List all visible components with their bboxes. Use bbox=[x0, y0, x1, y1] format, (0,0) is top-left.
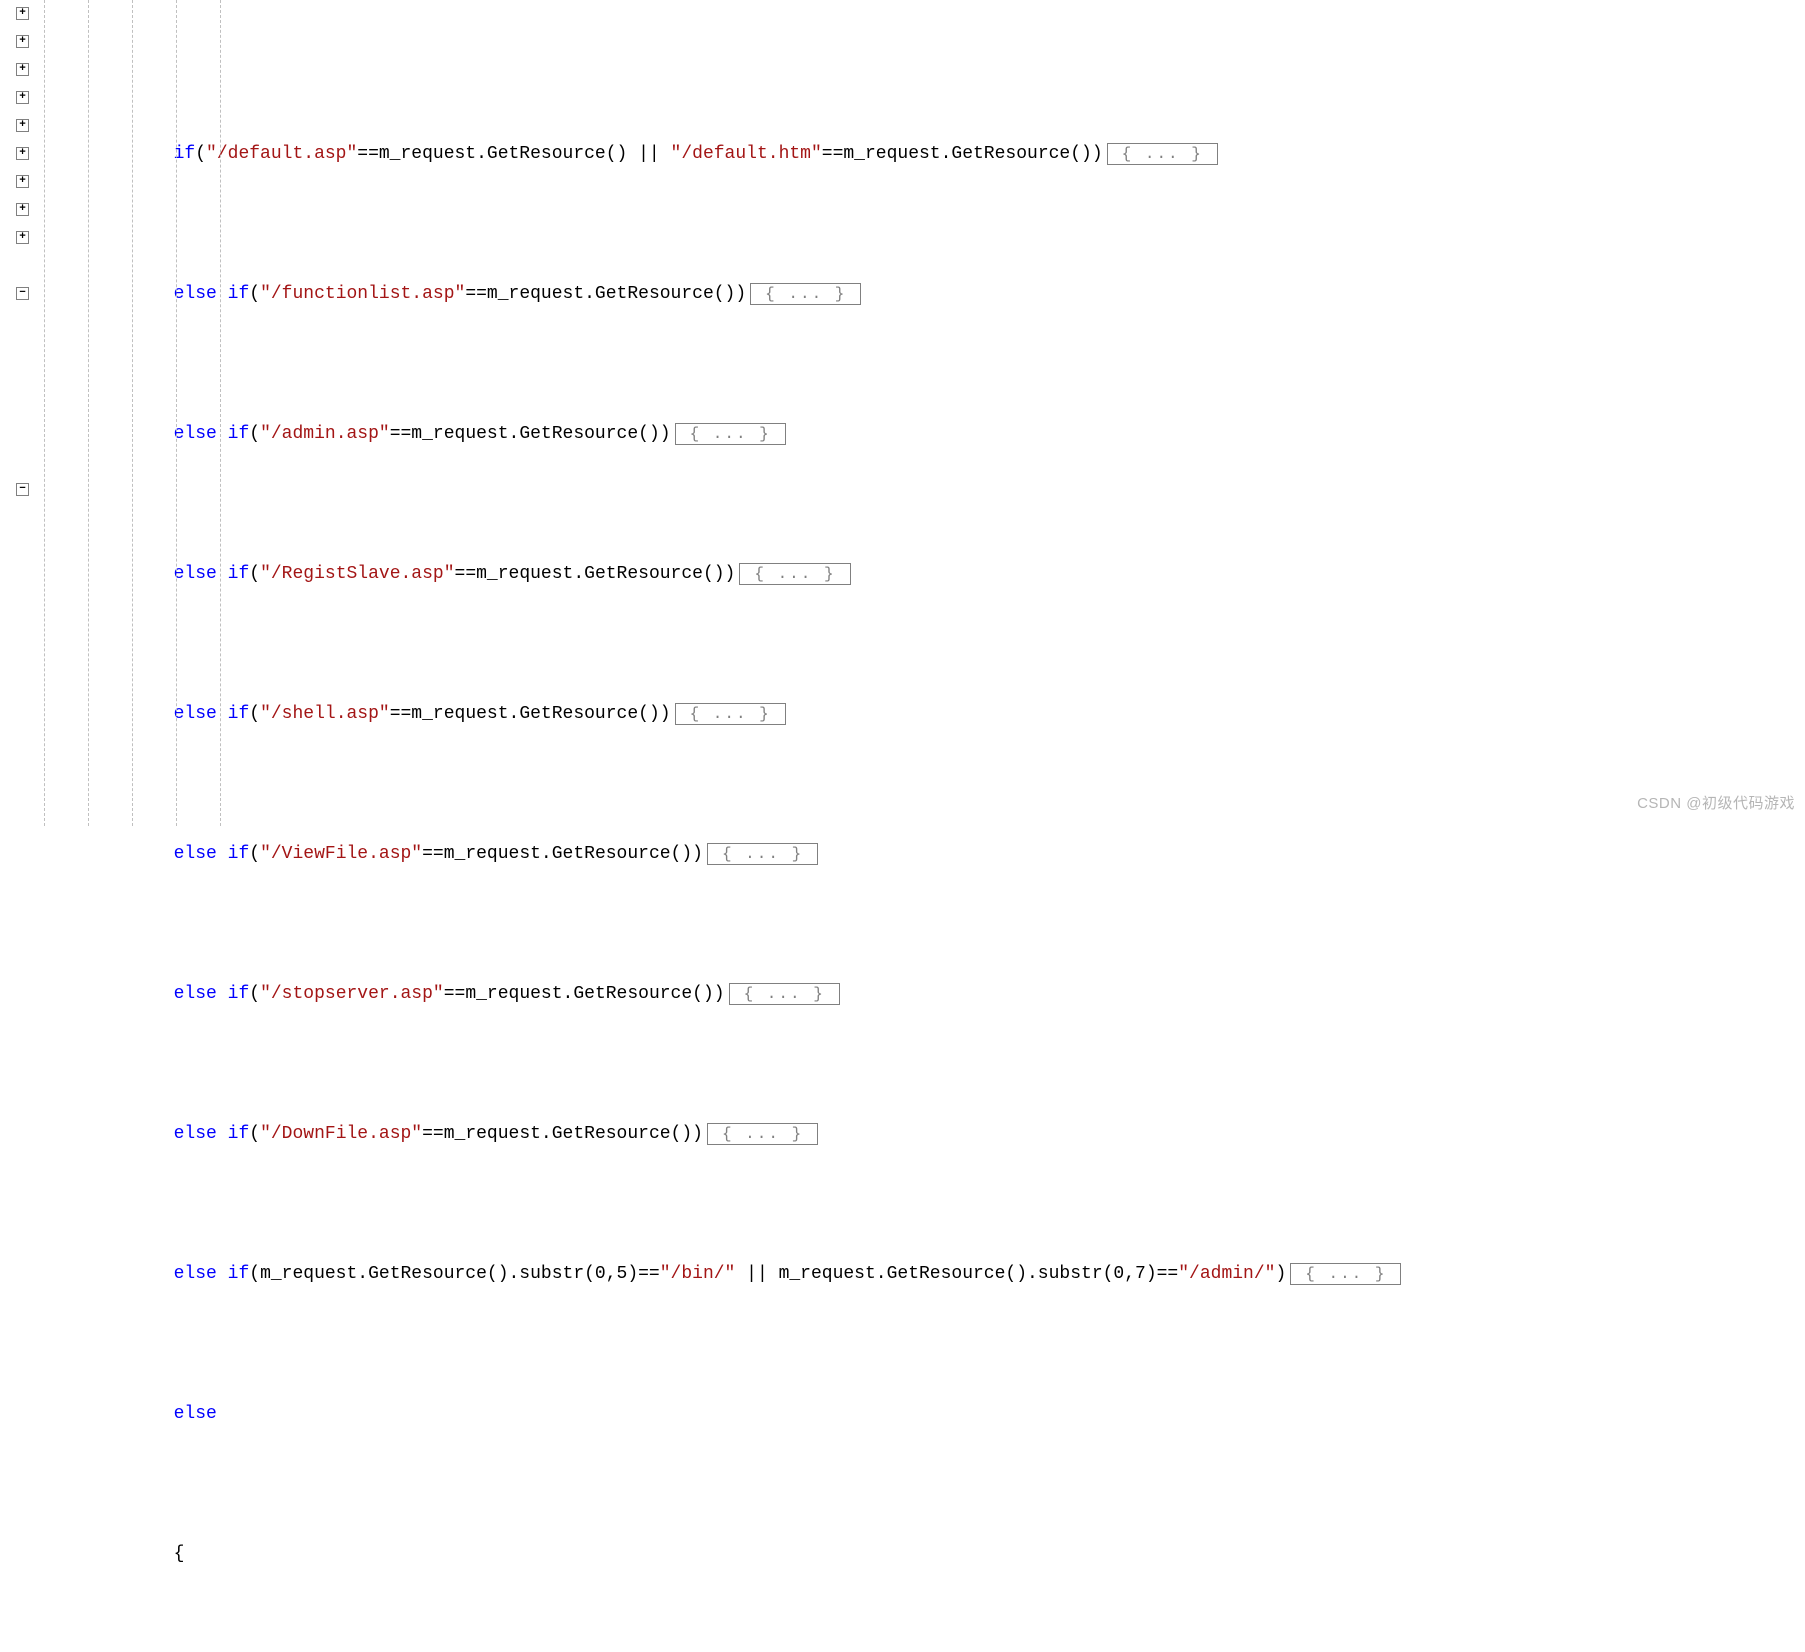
fold-toggle-icon[interactable] bbox=[16, 231, 29, 244]
fold-toggle-icon[interactable] bbox=[16, 35, 29, 48]
fold-toggle-icon[interactable] bbox=[16, 287, 29, 300]
folded-region-badge[interactable]: { ... } bbox=[707, 843, 818, 865]
fold-gutter bbox=[0, 0, 44, 826]
fold-toggle-icon[interactable] bbox=[16, 7, 29, 20]
string-literal: "/functionlist.asp" bbox=[260, 280, 465, 308]
folded-region-badge[interactable]: { ... } bbox=[1290, 1263, 1401, 1285]
code-line: else if("/admin.asp"==m_request.GetResou… bbox=[44, 420, 1805, 448]
folded-region-badge[interactable]: { ... } bbox=[729, 983, 840, 1005]
keyword-if: if bbox=[228, 280, 250, 308]
fold-toggle-icon[interactable] bbox=[16, 175, 29, 188]
fold-toggle-icon[interactable] bbox=[16, 203, 29, 216]
string-literal: "/default.asp" bbox=[206, 140, 357, 168]
code-line: else if(m_request.GetResource().substr(0… bbox=[44, 1260, 1805, 1288]
open-brace: { bbox=[174, 1540, 185, 1568]
code-line: else if("/functionlist.asp"==m_request.G… bbox=[44, 280, 1805, 308]
code-line: { bbox=[44, 1540, 1805, 1568]
folded-region-badge[interactable]: { ... } bbox=[675, 423, 786, 445]
code-line: else if("/ViewFile.asp"==m_request.GetRe… bbox=[44, 840, 1805, 868]
code-area[interactable]: if("/default.asp"==m_request.GetResource… bbox=[44, 0, 1805, 826]
code-line: if("/default.asp"==m_request.GetResource… bbox=[44, 140, 1805, 168]
keyword-if: if bbox=[174, 140, 196, 168]
folded-region-badge[interactable]: { ... } bbox=[707, 1123, 818, 1145]
folded-region-badge[interactable]: { ... } bbox=[750, 283, 861, 305]
code-editor: if("/default.asp"==m_request.GetResource… bbox=[0, 0, 1805, 826]
fold-toggle-icon[interactable] bbox=[16, 119, 29, 132]
folded-region-badge[interactable]: { ... } bbox=[1107, 143, 1218, 165]
watermark-text: CSDN @初级代码游戏 bbox=[1637, 790, 1795, 818]
code-line: else if("/stopserver.asp"==m_request.Get… bbox=[44, 980, 1805, 1008]
fold-toggle-icon[interactable] bbox=[16, 63, 29, 76]
code-line: else bbox=[44, 1400, 1805, 1428]
fold-toggle-icon[interactable] bbox=[16, 147, 29, 160]
fold-toggle-icon[interactable] bbox=[16, 91, 29, 104]
fold-toggle-icon[interactable] bbox=[16, 483, 29, 496]
code-line: else if("/RegistSlave.asp"==m_request.Ge… bbox=[44, 560, 1805, 588]
code-line: else if("/shell.asp"==m_request.GetResou… bbox=[44, 700, 1805, 728]
code-line: else if("/DownFile.asp"==m_request.GetRe… bbox=[44, 1120, 1805, 1148]
keyword-else: else bbox=[174, 280, 217, 308]
string-literal: "/default.htm" bbox=[671, 140, 822, 168]
keyword-else: else bbox=[174, 1400, 217, 1428]
folded-region-badge[interactable]: { ... } bbox=[739, 563, 850, 585]
folded-region-badge[interactable]: { ... } bbox=[675, 703, 786, 725]
